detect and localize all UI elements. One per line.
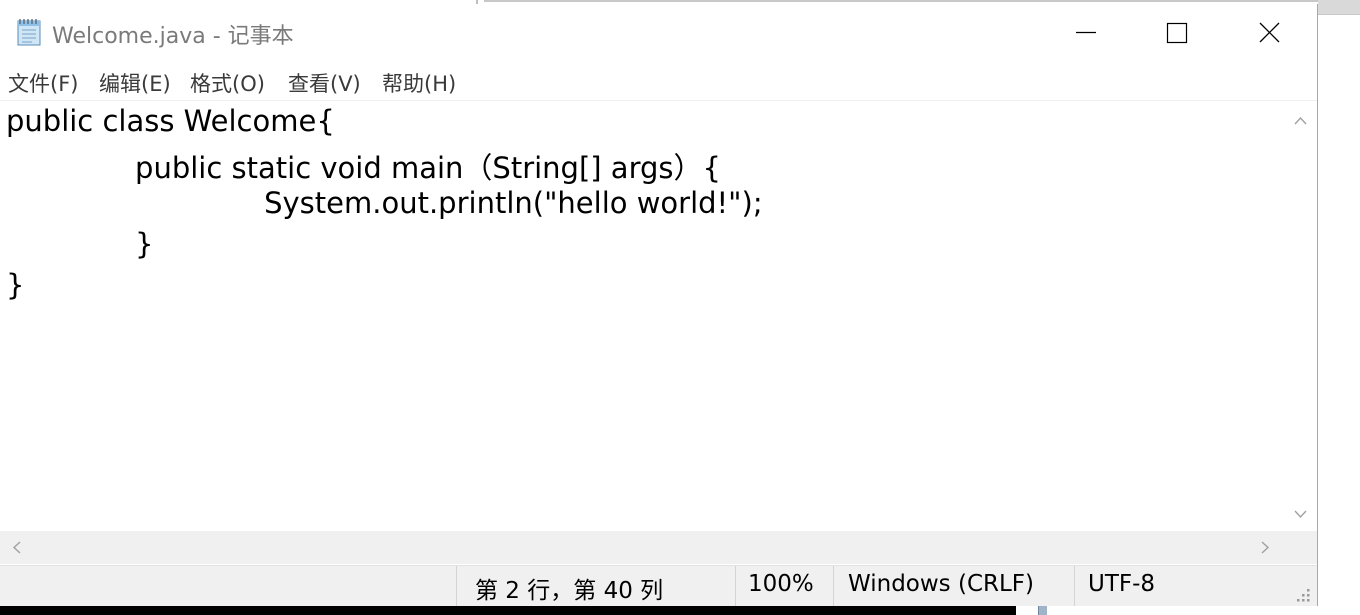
horizontal-scrollbar[interactable] bbox=[0, 531, 1284, 564]
code-line[interactable]: } bbox=[6, 227, 153, 261]
status-divider bbox=[735, 566, 736, 606]
background-window-strip bbox=[1318, 0, 1360, 15]
zoom-level: 100% bbox=[748, 571, 814, 597]
chevron-right-icon[interactable] bbox=[1249, 531, 1282, 564]
line-ending: Windows (CRLF) bbox=[848, 571, 1035, 597]
scrollbar-corner bbox=[1284, 531, 1317, 564]
cursor-position: 第 2 行，第 40 列 bbox=[475, 578, 664, 604]
status-divider bbox=[833, 566, 834, 606]
menu-file[interactable]: 文件(F) bbox=[8, 68, 78, 98]
background-window-edge bbox=[484, 0, 1318, 2]
taskbar-fragment bbox=[1038, 605, 1047, 615]
text-editor[interactable]: public class Welcome{ public static void… bbox=[0, 101, 1284, 531]
menu-view[interactable]: 查看(V) bbox=[288, 68, 361, 98]
chevron-down-icon[interactable] bbox=[1284, 498, 1317, 531]
desktop-bottom-edge-right bbox=[1016, 605, 1318, 615]
notepad-icon[interactable] bbox=[14, 17, 44, 47]
menu-help[interactable]: 帮助(H) bbox=[382, 68, 456, 98]
code-line[interactable]: public class Welcome{ bbox=[6, 104, 335, 138]
window-title: Welcome.java - 记事本 bbox=[52, 24, 294, 49]
resize-grip-icon[interactable] bbox=[1294, 586, 1312, 604]
status-divider bbox=[1074, 566, 1075, 606]
maximize-button[interactable] bbox=[1131, 4, 1221, 60]
menu-bar: 文件(F) 编辑(E) 格式(O) 查看(V) 帮助(H) bbox=[0, 62, 1317, 101]
maximize-icon bbox=[1166, 22, 1188, 44]
code-line[interactable]: System.out.println("hello world!"); bbox=[6, 186, 763, 220]
code-line[interactable]: } bbox=[6, 268, 24, 302]
title-bar[interactable]: Welcome.java - 记事本 bbox=[0, 4, 1317, 60]
desktop-right-edge bbox=[1318, 0, 1360, 615]
desktop-bottom-edge bbox=[0, 605, 1016, 615]
close-button[interactable] bbox=[1225, 4, 1315, 60]
minimize-icon bbox=[1076, 31, 1096, 34]
chevron-up-icon[interactable] bbox=[1284, 104, 1317, 137]
close-icon bbox=[1259, 22, 1280, 43]
minimize-button[interactable] bbox=[1039, 4, 1129, 60]
notepad-window: Welcome.java - 记事本 文件(F) 编辑(E) 格式(O) 查看(… bbox=[0, 4, 1318, 606]
status-bar: 第 2 行，第 40 列 100% Windows (CRLF) UTF-8 bbox=[0, 565, 1317, 606]
menu-format[interactable]: 格式(O) bbox=[190, 68, 265, 98]
chevron-left-icon[interactable] bbox=[0, 531, 33, 564]
encoding: UTF-8 bbox=[1088, 571, 1156, 597]
menu-edit[interactable]: 编辑(E) bbox=[99, 68, 171, 98]
status-divider bbox=[456, 566, 457, 606]
vertical-scrollbar[interactable] bbox=[1284, 101, 1317, 531]
code-line[interactable]: public static void main（String[] args）{ bbox=[6, 145, 721, 187]
